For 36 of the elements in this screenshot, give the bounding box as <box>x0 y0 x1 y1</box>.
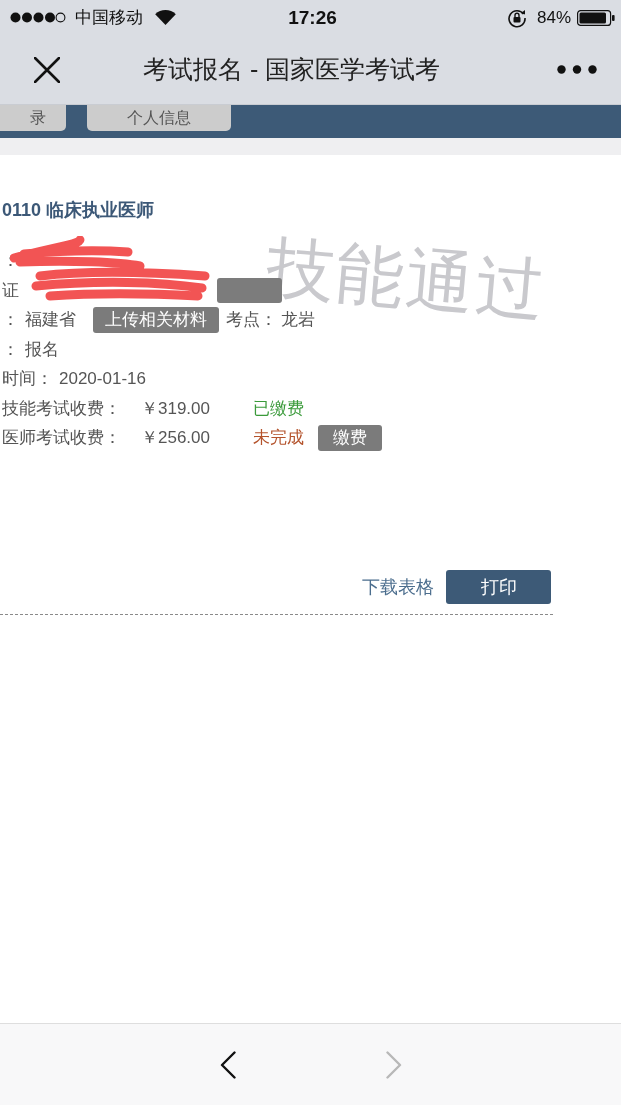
field-label: 证 <box>2 279 19 302</box>
field-label: ： <box>2 309 19 332</box>
close-icon <box>34 56 60 83</box>
close-button[interactable] <box>34 56 60 83</box>
field-value: 2020-01-16 <box>59 368 146 389</box>
battery-icon <box>577 9 615 26</box>
wifi-icon <box>155 10 176 25</box>
tab[interactable]: 个人信息 <box>87 105 231 131</box>
download-form-link[interactable]: 下载表格 <box>362 574 434 599</box>
tab[interactable]: 录 <box>0 105 66 131</box>
fee-label: 医师考试收费： <box>2 427 121 450</box>
upload-materials-button[interactable]: 上传相关材料 <box>93 306 219 333</box>
payment-status: 已缴费 <box>253 397 304 420</box>
pay-button[interactable]: 缴费 <box>318 424 382 451</box>
fee-label: 技能考试收费： <box>2 397 121 420</box>
field-label: ： <box>2 338 19 361</box>
more-button[interactable] <box>557 65 597 74</box>
rotation-lock-icon <box>506 7 527 28</box>
back-chevron-icon[interactable] <box>219 1050 236 1079</box>
page-title: 考试报名 - 国家医学考试考 <box>143 54 441 85</box>
signal-strength-icon <box>10 12 66 23</box>
field-label: 时间： <box>2 368 53 391</box>
fee-amount: ￥319.00 <box>141 397 211 420</box>
fee-amount: ￥256.00 <box>141 427 211 450</box>
field-value: 福建省 <box>25 309 76 332</box>
exam-site-value: 龙岩 <box>281 309 315 332</box>
field-label: ： <box>2 250 19 273</box>
battery-percent: 84% <box>536 7 571 28</box>
more-icon <box>557 65 597 74</box>
clock-time: 17:26 <box>288 6 337 29</box>
exam-site-label: 考点： <box>226 309 277 332</box>
field-value: 报名 <box>25 338 59 361</box>
print-button[interactable]: 打印 <box>446 569 551 604</box>
payment-status: 未完成 <box>253 427 304 450</box>
carrier-name: 中国移动 <box>75 7 143 29</box>
registration-title: 0110 临床执业医师 <box>2 199 156 222</box>
